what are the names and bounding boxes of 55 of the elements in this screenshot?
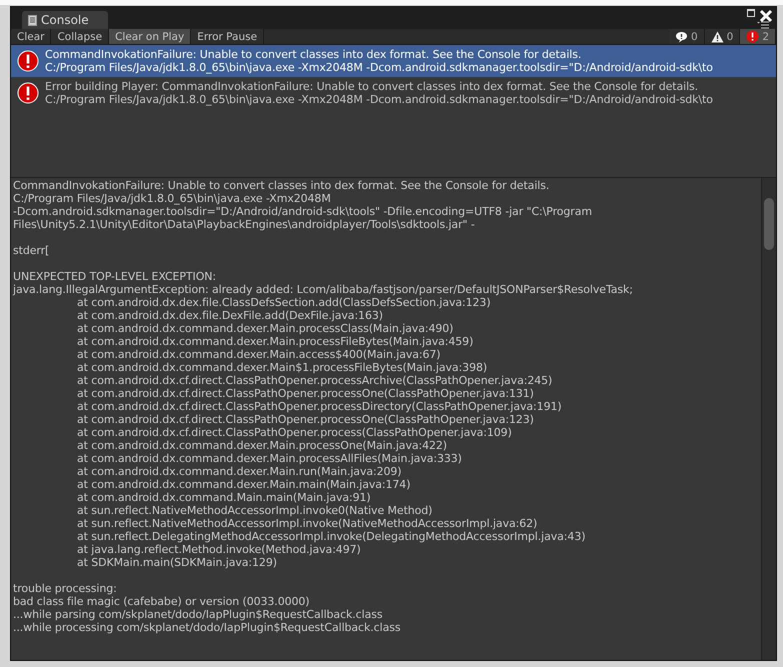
stack-frame-line: at com.android.dx.command.dexer.Main.processClass(Main.java:490)	[76, 322, 454, 335]
log-message: C:/Program Files/Java/jdk1.8.0_65\bin\java.exe -Xmx2048M -Dcom.android.sdkmanager.toolsdir="D:/Android/android-sdk\to	[45, 61, 713, 74]
stack-frame-line: at com.android.dx.cf.direct.ClassPathOpener.processOne(ClassPathOpener.java:131)	[76, 387, 535, 400]
stack-frame-line: at sun.reflect.NativeMethodAccessorImpl.invoke(NativeMethodAccessorImpl.java:62)	[76, 517, 538, 530]
stack-frame-line: at com.android.dx.cf.direct.ClassPathOpener.processDirectory(ClassPathOpener.java:191)	[76, 400, 563, 413]
log-detail-line: bad class file magic (cafebabe) or version (0033.0000)	[13, 595, 310, 608]
error-filter-button[interactable]: 2	[740, 29, 776, 44]
document-icon	[28, 14, 37, 26]
log-detail-line: UNEXPECTED TOP-LEVEL EXCEPTION:	[13, 270, 217, 283]
log-detail-line: trouble processing:	[13, 582, 118, 595]
toolbar-button[interactable]: Clear on Play	[109, 29, 192, 44]
stack-frame-line: at com.android.dx.command.dexer.Main.run(Main.java:209)	[76, 465, 402, 478]
log-detail-line: C:/Program Files/Java/jdk1.8.0_65\bin\java.exe -Xmx2048M	[13, 192, 332, 205]
log-detail-line: CommandInvokationFailure: Unable to convert classes into dex format. See the Console for details.	[13, 179, 550, 192]
info-filter-button[interactable]: 0	[668, 29, 705, 44]
stack-frame-line: at com.android.dx.dex.file.ClassDefsSection.add(ClassDefsSection.java:123)	[76, 296, 492, 309]
stack-frame-line: at com.android.dx.command.dexer.Main.processFileBytes(Main.java:459)	[76, 335, 474, 348]
toolbar-button[interactable]: Collapse	[51, 29, 110, 44]
log-message: C:/Program Files/Java/jdk1.8.0_65\bin\java.exe -Xmx2048M -Dcom.android.sdkmanager.toolsdir="D:/Android/android-sdk\to	[45, 93, 713, 106]
stack-frame-line: at com.android.dx.command.dexer.Main.processOne(Main.java:422)	[76, 439, 448, 452]
error-icon	[17, 82, 39, 104]
stack-frame-line: at com.android.dx.command.dexer.Main$1.processFileBytes(Main.java:398)	[76, 361, 488, 374]
stack-frame-line: at com.android.dx.command.dexer.Main.access$400(Main.java:67)	[76, 348, 442, 361]
error-icon	[17, 50, 39, 72]
stack-frame-line: at com.android.dx.command.dexer.Main.processAllFiles(Main.java:333)	[76, 452, 463, 465]
stack-frame-line: at java.lang.reflect.Method.invoke(Method.java:497)	[76, 543, 362, 556]
tab-label: Console	[41, 13, 89, 27]
log-detail-line: java.lang.IllegalArgumentException: already added: Lcom/alibaba/fastjson/parser/DefaultJSONParser$ResolveTask;	[13, 283, 634, 296]
stack-frame-line: at com.android.dx.command.Main.main(Main.java:91)	[76, 491, 372, 504]
log-message: CommandInvokationFailure: Unable to convert classes into dex format. See the Console for details.	[45, 48, 582, 61]
error-icon	[746, 30, 760, 43]
scrollbar-thumb[interactable]	[764, 198, 774, 250]
stack-frame-line: at sun.reflect.DelegatingMethodAccessorImpl.invoke(DelegatingMethodAccessorImpl.java:43)	[76, 530, 586, 543]
scrollbar[interactable]	[761, 178, 776, 660]
menu-icon[interactable]	[757, 21, 769, 29]
stack-frame-line: at com.android.dx.cf.direct.ClassPathOpener.processOne(ClassPathOpener.java:123)	[76, 413, 535, 426]
stack-frame-line: at com.android.dx.command.dexer.Main.main(Main.java:174)	[76, 478, 412, 491]
maximize-icon[interactable]	[747, 9, 755, 17]
stack-frame-line: at SDKMain.main(SDKMain.java:129)	[76, 556, 278, 569]
stack-frame-line: at com.android.dx.cf.direct.ClassPathOpener.processArchive(ClassPathOpener.java:245)	[76, 374, 554, 387]
toolbar-button[interactable]: Error Pause	[191, 29, 264, 44]
log-detail-line: stderr[	[13, 244, 50, 257]
stack-frame-line: at sun.reflect.NativeMethodAccessorImpl.invoke0(Native Method)	[76, 504, 434, 517]
toolbar-button[interactable]: Clear	[11, 29, 52, 44]
log-detail-line: ...while processing com/skplanet/dodo/IapPlugin$RequestCallback.class	[13, 621, 402, 634]
log-detail-line: -Dcom.android.sdkmanager.toolsdir="D:/Android/android-sdk\tools" -Dfile.encoding=UTF8 -jar "C:\Program	[13, 205, 593, 218]
log-entry[interactable]	[11, 45, 776, 77]
stack-frame-line: at com.android.dx.cf.direct.ClassPathOpener.process(ClassPathOpener.java:109)	[76, 426, 513, 439]
close-icon[interactable]	[759, 9, 773, 23]
stack-frame-line: at com.android.dx.dex.file.DexFile.add(DexFile.java:163)	[76, 309, 384, 322]
log-detail-line: ...while parsing com/skplanet/dodo/IapPlugin$RequestCallback.class	[13, 608, 384, 621]
console-tab[interactable]: Console	[22, 11, 108, 29]
log-detail-line: Files\Unity5.2.1\Unity\Editor\Data\PlaybackEngines\androidplayer/Tools\sdktools.jar" -	[13, 218, 476, 231]
log-message: Error building Player: CommandInvokationFailure: Unable to convert classes into dex format. See the Console for details.	[45, 80, 700, 93]
warning-filter-button[interactable]: 0	[704, 29, 740, 44]
